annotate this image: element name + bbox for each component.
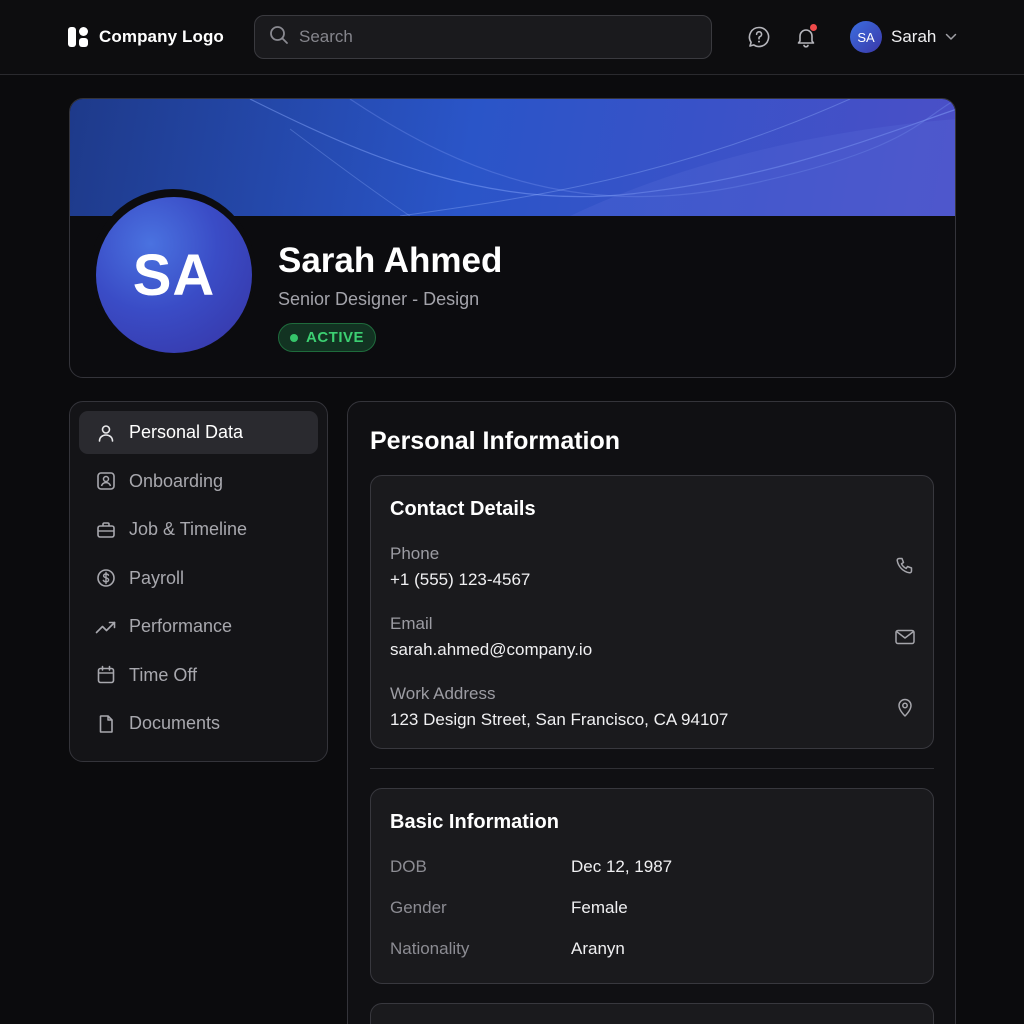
sidebar-item-performance[interactable]: Performance (79, 605, 318, 648)
contact-value[interactable]: 123 Design Street, San Francisco, CA 941… (390, 710, 916, 730)
sidebar-item-time-off[interactable]: Time Off (79, 654, 318, 697)
map-pin-icon[interactable] (894, 696, 916, 718)
logo-text: Company Logo (99, 27, 224, 46)
sidebar-item-payroll[interactable]: Payroll (79, 557, 318, 600)
contact-value[interactable]: sarah.ahmed@company.io (390, 640, 916, 660)
sidebar-item-label: Payroll (129, 567, 185, 588)
chevron-down-icon (945, 28, 957, 46)
contact-value[interactable]: +1 (555) 123-4567 (390, 570, 916, 590)
calendar-icon (95, 664, 117, 686)
help-icon[interactable] (746, 24, 772, 50)
section-title: Contact Details (390, 498, 536, 520)
profile-card: SA Sarah Ahmed Senior Designer - Design … (69, 98, 956, 378)
id-badge-icon (95, 470, 117, 492)
contact-row-email: Email sarah.ahmed@company.io (390, 614, 916, 660)
contact-label: Phone (390, 544, 440, 563)
sidebar-item-label: Job & Timeline (129, 519, 248, 539)
sidebar-item-documents[interactable]: Documents (79, 702, 318, 745)
sidebar-item-job-timeline[interactable]: Job & Timeline (79, 508, 318, 551)
status-label: ACTIVE (306, 329, 365, 346)
profile-name: Sarah Ahmed (278, 241, 503, 280)
sidebar-item-label: Performance (129, 616, 233, 636)
status-dot-icon (290, 333, 298, 342)
search-input[interactable] (299, 27, 679, 47)
personal-information-panel: Personal Information Contact Details Pho… (347, 401, 956, 1024)
profile-avatar: SA (96, 197, 252, 353)
company-logo[interactable]: Company Logo (68, 26, 224, 48)
document-icon (95, 713, 117, 735)
info-label: Nationality (390, 939, 470, 958)
contact-details-card: Contact Details Phone +1 (555) 123-4567 … (370, 475, 934, 749)
search-icon (269, 25, 289, 50)
info-value: Dec 12, 1987 (571, 857, 673, 876)
phone-icon[interactable] (894, 556, 916, 578)
status-badge: ACTIVE (278, 323, 377, 352)
dollar-circle-icon (95, 567, 117, 589)
contact-row-work-address: Work Address 123 Design Street, San Fran… (390, 684, 916, 730)
sidebar-item-label: Onboarding (129, 470, 224, 491)
top-bar: Company Logo SA Sarah (0, 0, 1024, 75)
search-bar[interactable] (254, 15, 712, 59)
logo-mark-icon (68, 26, 90, 48)
profile-role: Senior Designer - Design (278, 289, 480, 309)
briefcase-icon (95, 519, 117, 541)
page-title: Personal Information (370, 427, 621, 455)
basic-information-card: Basic Information DOB Dec 12, 1987 Gende… (370, 788, 934, 984)
sidebar-item-onboarding[interactable]: Onboarding (79, 460, 318, 503)
sidebar-item-personal-data[interactable]: Personal Data (79, 411, 318, 454)
mail-icon[interactable] (894, 626, 916, 648)
trending-up-icon (95, 616, 117, 638)
info-value: Aranyn (571, 939, 625, 958)
next-section-card (370, 1003, 934, 1024)
contact-label: Email (390, 614, 433, 633)
notification-dot (810, 24, 817, 31)
sidebar-item-label: Time Off (129, 664, 198, 685)
info-value: Female (571, 898, 628, 917)
user-icon (95, 422, 117, 444)
user-name: Sarah (891, 27, 937, 46)
avatar: SA (850, 21, 882, 53)
notification-bell-icon[interactable] (793, 24, 819, 50)
section-divider (370, 768, 934, 769)
info-label: Gender (390, 898, 447, 917)
sidebar-nav: Personal Data Onboarding Job & Timeline … (69, 401, 328, 762)
sidebar-item-label: Documents (129, 713, 221, 733)
info-label: DOB (390, 857, 427, 876)
contact-row-phone: Phone +1 (555) 123-4567 (390, 544, 916, 590)
sidebar-item-label: Personal Data (129, 422, 244, 442)
user-menu[interactable]: SA Sarah (850, 21, 957, 53)
section-title: Basic Information (390, 811, 559, 833)
contact-label: Work Address (390, 684, 496, 703)
